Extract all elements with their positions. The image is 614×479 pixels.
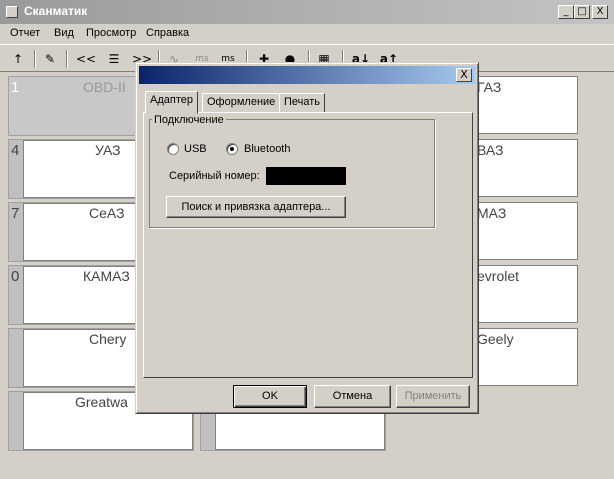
settings-dialog: X Адаптер Оформление Печать Подключение … [135, 62, 479, 414]
usb-radio[interactable] [167, 143, 179, 155]
tile-maz[interactable]: МАЗ [468, 202, 578, 260]
tile-vaz[interactable]: ВАЗ [468, 139, 578, 197]
menu-browse[interactable]: Просмотр [86, 27, 136, 39]
menu-help[interactable]: Справка [146, 27, 189, 39]
tile-geely[interactable]: Geely [468, 328, 578, 386]
bluetooth-radio-label[interactable]: Bluetooth [244, 143, 290, 155]
bluetooth-radio[interactable] [226, 143, 238, 155]
menu-view[interactable]: Вид [54, 27, 74, 39]
close-button[interactable]: X [592, 5, 608, 19]
connection-group-label: Подключение [152, 114, 226, 126]
serial-number-label: Серийный номер: [169, 170, 260, 182]
tab-appearance[interactable]: Оформление [202, 93, 281, 113]
tile-number: 7 [11, 205, 20, 222]
title-bar: Сканматик _ □ X [0, 0, 614, 24]
apply-button[interactable]: Применить [396, 385, 470, 408]
tile-number: 1 [11, 79, 20, 96]
tab-adapter[interactable]: Адаптер [145, 91, 198, 114]
serial-number-field[interactable] [266, 167, 346, 185]
tile-label: Greatwa [75, 394, 128, 410]
tile-label: УАЗ [95, 142, 121, 158]
tile-label: Chery [89, 331, 127, 347]
tile-label: evrolet [477, 268, 520, 284]
tile-label: СеАЗ [89, 205, 125, 221]
edit-icon[interactable]: ✎ [40, 49, 60, 69]
tile-label: OBD-II [83, 79, 126, 95]
maximize-button[interactable]: □ [574, 5, 590, 19]
cancel-button[interactable]: Отмена [314, 385, 391, 408]
menu-bar: Отчет Вид Просмотр Справка [0, 24, 614, 44]
tile-chevrolet[interactable]: evrolet [468, 265, 578, 323]
tab-print[interactable]: Печать [279, 93, 326, 113]
tile-label: КАМАЗ [83, 268, 130, 284]
prev-icon[interactable]: << [74, 49, 98, 69]
usb-radio-label[interactable]: USB [184, 143, 207, 155]
window-title: Сканматик [24, 4, 88, 18]
menu-report[interactable]: Отчет [10, 27, 40, 39]
tile-number: 4 [11, 142, 20, 159]
dialog-title-bar: X [139, 66, 475, 84]
ok-button[interactable]: OK [233, 385, 307, 408]
tile-label: ГАЗ [477, 79, 502, 95]
tile-number: 0 [11, 268, 20, 285]
tile-label: ВАЗ [477, 142, 504, 158]
radio-selected-dot [230, 147, 234, 151]
tile-gaz[interactable]: ГАЗ [468, 76, 578, 134]
search-adapter-button[interactable]: Поиск и привязка адаптера... [166, 196, 346, 218]
dialog-close-button[interactable]: X [456, 68, 472, 82]
tile-label: Geely [477, 331, 514, 347]
tile-label: МАЗ [477, 205, 507, 221]
up-arrow-icon[interactable]: ↑ [8, 49, 28, 69]
minimize-button[interactable]: _ [558, 5, 574, 19]
app-icon [6, 6, 18, 18]
list-icon[interactable]: ☰ [102, 49, 126, 69]
